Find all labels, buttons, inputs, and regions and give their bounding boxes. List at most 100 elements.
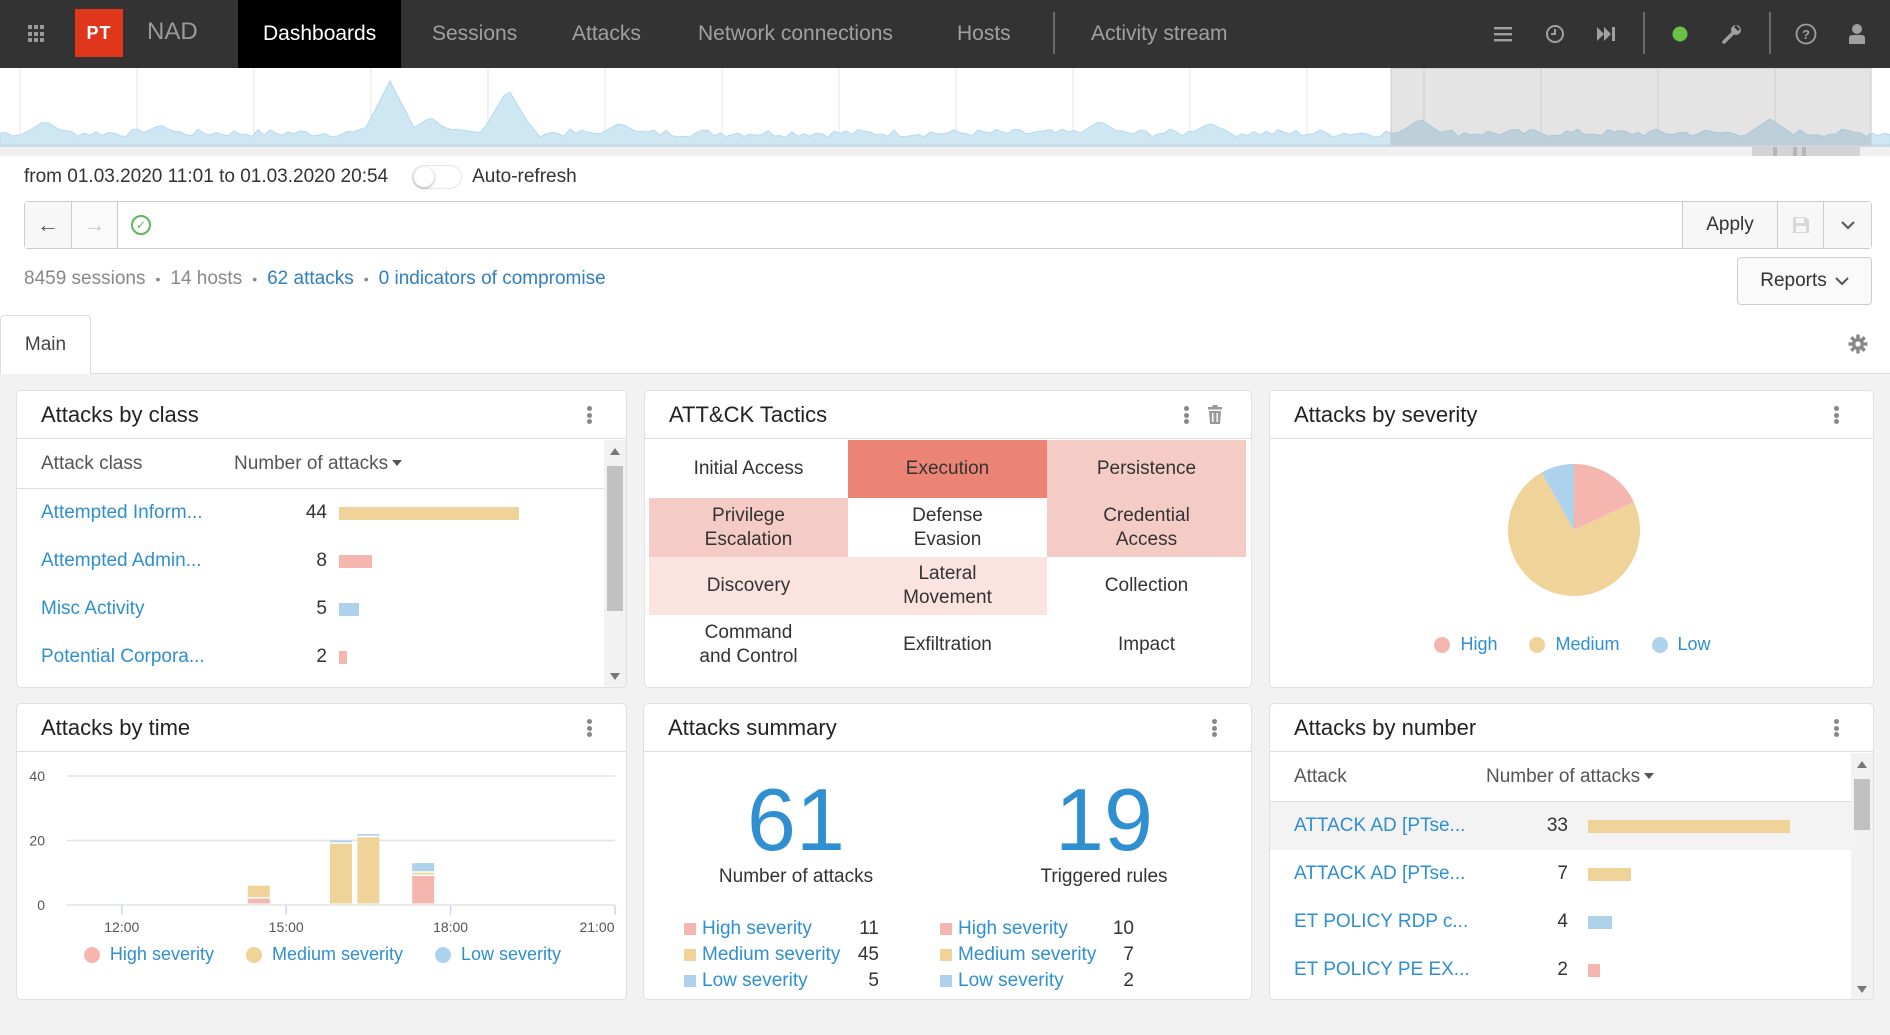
severity-link[interactable]: Medium severity xyxy=(702,944,840,966)
more-options-icon[interactable] xyxy=(1833,719,1839,737)
bar-segment[interactable] xyxy=(330,840,352,843)
delete-widget-button[interactable] xyxy=(1207,405,1223,431)
attack-name-link[interactable]: Misc Activity xyxy=(41,598,144,620)
scroll-thumb[interactable] xyxy=(607,466,623,611)
attack-name-link[interactable]: ET POLICY PE EX... xyxy=(1294,959,1470,981)
bar-segment[interactable] xyxy=(412,863,435,872)
bar-segment[interactable] xyxy=(247,898,270,904)
bar-segment[interactable] xyxy=(412,872,435,875)
status-online-icon[interactable] xyxy=(1666,20,1694,48)
apps-grid-icon[interactable] xyxy=(28,25,46,43)
bar-segment[interactable] xyxy=(412,875,435,904)
auto-refresh-toggle[interactable] xyxy=(412,165,463,189)
tactic-cell[interactable]: Lateral Movement xyxy=(848,557,1047,615)
table-row[interactable]: Misc Activity 5 xyxy=(17,585,606,633)
severity-link[interactable]: Low severity xyxy=(958,970,1064,992)
tab-dashboards[interactable]: Dashboards xyxy=(238,0,402,68)
clock-icon[interactable] xyxy=(1541,20,1569,48)
tab-main[interactable]: Main xyxy=(0,315,91,374)
more-options-icon[interactable] xyxy=(586,406,592,424)
attack-name-link[interactable]: Potential Corpora... xyxy=(41,646,205,668)
tab-hosts[interactable]: Hosts xyxy=(932,0,1036,68)
dashboard-settings-button[interactable] xyxy=(1848,334,1868,359)
ioc-link[interactable]: 0 indicators of compromise xyxy=(379,268,606,290)
bar-segment[interactable] xyxy=(357,834,380,836)
more-options-icon[interactable] xyxy=(1183,406,1189,424)
severity-link[interactable]: High severity xyxy=(702,918,812,940)
table-row[interactable]: Attempted Inform... 44 xyxy=(17,489,606,537)
more-options-icon[interactable] xyxy=(586,719,592,737)
tab-attacks[interactable]: Attacks xyxy=(547,0,666,68)
legend-item[interactable]: Medium severity xyxy=(245,944,403,965)
rules-total[interactable]: 19 xyxy=(1004,769,1204,871)
tactic-cell[interactable]: Credential Access xyxy=(1047,498,1246,557)
list-icon[interactable] xyxy=(1489,20,1517,48)
tactic-cell[interactable]: Initial Access xyxy=(649,440,848,498)
tactic-cell[interactable]: Execution xyxy=(848,440,1047,498)
tactic-cell[interactable]: Discovery xyxy=(649,557,848,615)
tactic-cell[interactable]: Exfiltration xyxy=(848,615,1047,675)
tab-activity-stream[interactable]: Activity stream xyxy=(1066,0,1253,68)
table-row[interactable]: ET POLICY PE EX... 2 xyxy=(1270,946,1853,994)
more-options-icon[interactable] xyxy=(1833,406,1839,424)
skip-forward-icon[interactable] xyxy=(1592,20,1620,48)
tab-network-connections[interactable]: Network connections xyxy=(673,0,918,68)
column-number-of-attacks[interactable]: Number of attacks xyxy=(234,453,403,475)
table-row[interactable]: ATTACK AD [PTse... 33 xyxy=(1270,802,1853,850)
column-number-of-attacks[interactable]: Number of attacks xyxy=(1486,766,1655,788)
legend-item[interactable]: Low xyxy=(1651,634,1711,655)
scrollbar[interactable] xyxy=(604,440,626,687)
legend-item[interactable]: Low severity xyxy=(435,944,561,965)
severity-link[interactable]: Medium severity xyxy=(958,944,1096,966)
tactic-cell[interactable]: Defense Evasion xyxy=(848,498,1047,557)
tactic-cell[interactable]: Privilege Escalation xyxy=(649,498,848,557)
date-range[interactable]: from 01.03.2020 11:01 to 01.03.2020 20:5… xyxy=(24,166,388,188)
table-row[interactable]: ATTACK AD [PTse... 7 xyxy=(1270,850,1853,898)
column-attack-class[interactable]: Attack class xyxy=(41,453,142,475)
tactic-cell[interactable]: Command and Control xyxy=(649,615,848,675)
attack-name-link[interactable]: ATTACK AD [PTse... xyxy=(1294,863,1465,885)
apply-button[interactable]: Apply xyxy=(1682,202,1777,248)
scroll-down-icon[interactable] xyxy=(1857,986,1867,993)
legend-item[interactable]: High xyxy=(1434,634,1497,655)
activity-timeline[interactable] xyxy=(0,68,1890,156)
legend-item[interactable]: Medium xyxy=(1529,634,1620,655)
timeline-selection[interactable] xyxy=(1390,68,1872,146)
scroll-up-icon[interactable] xyxy=(1857,761,1867,768)
tactic-cell[interactable]: Collection xyxy=(1047,557,1246,615)
timeline-chart[interactable] xyxy=(0,68,1890,156)
forward-button[interactable]: → xyxy=(72,202,118,248)
table-row[interactable]: ET POLICY RDP c... 4 xyxy=(1270,898,1853,946)
attack-name-link[interactable]: ET POLICY RDP c... xyxy=(1294,911,1468,933)
help-icon[interactable]: ? xyxy=(1792,20,1820,48)
bar-segment[interactable] xyxy=(357,837,380,904)
bar-segment[interactable] xyxy=(247,885,270,898)
pt-logo[interactable]: PT xyxy=(75,9,123,57)
severity-link[interactable]: Low severity xyxy=(702,970,808,992)
table-row[interactable]: Attempted Admin... 8 xyxy=(17,537,606,585)
column-attack[interactable]: Attack xyxy=(1294,766,1347,788)
attack-name-link[interactable]: Attempted Inform... xyxy=(41,502,203,524)
attacks-link[interactable]: 62 attacks xyxy=(267,268,354,290)
tab-sessions[interactable]: Sessions xyxy=(407,0,542,68)
scroll-thumb[interactable] xyxy=(1854,779,1870,830)
query-input[interactable] xyxy=(161,208,1691,242)
attacks-total[interactable]: 61 xyxy=(696,769,896,871)
scroll-up-icon[interactable] xyxy=(610,448,620,455)
query-options-dropdown[interactable] xyxy=(1823,202,1871,248)
scroll-down-icon[interactable] xyxy=(610,673,620,680)
more-options-icon[interactable] xyxy=(1211,719,1217,737)
scrollbar[interactable] xyxy=(1851,753,1873,999)
tactic-cell[interactable]: Impact xyxy=(1047,615,1246,675)
reports-button[interactable]: Reports xyxy=(1737,257,1872,305)
attack-name-link[interactable]: ATTACK AD [PTse... xyxy=(1294,815,1465,837)
table-row[interactable]: Potential Corpora... 2 xyxy=(17,633,606,681)
severity-link[interactable]: High severity xyxy=(958,918,1068,940)
attack-name-link[interactable]: Attempted Admin... xyxy=(41,550,202,572)
save-query-button[interactable] xyxy=(1777,202,1823,248)
user-icon[interactable] xyxy=(1843,20,1871,48)
wrench-icon[interactable] xyxy=(1718,20,1746,48)
back-button[interactable]: ← xyxy=(25,202,72,248)
bar-segment[interactable] xyxy=(330,843,352,904)
tactic-cell[interactable]: Persistence xyxy=(1047,440,1246,498)
